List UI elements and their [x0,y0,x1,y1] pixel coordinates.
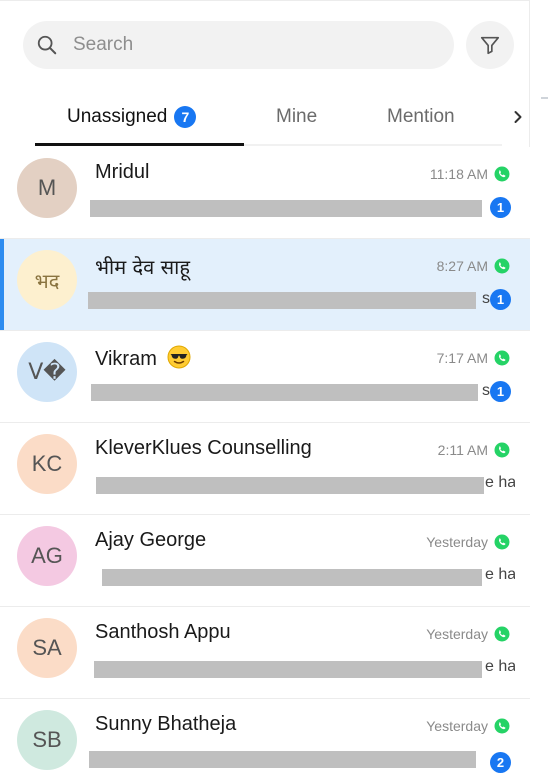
tab-mention[interactable]: Mention [387,92,455,142]
last-message-time: Yesterday [426,718,488,734]
last-message-time: 8:27 AM [436,258,488,274]
filter-button[interactable] [466,21,514,69]
avatar: भद [17,250,77,310]
message-preview-tail: e ha [485,658,515,675]
conversation-row-selected[interactable]: भद भीम देव साहू 8:27 AM s 1 [0,239,530,331]
conversation-row[interactable]: M Mridul 11:18 AM 1 [0,147,530,239]
contact-name: Santhosh Appu [95,621,231,643]
adjacent-pane-edge [531,0,548,777]
tab-count-badge: 7 [174,106,197,128]
unread-count-badge: 1 [490,289,511,310]
unread-count-badge: 2 [490,752,511,773]
contact-name: Vikram [95,345,191,371]
contact-name: भीम देव साहू [95,255,190,279]
avatar: KC [17,434,77,494]
tabs-next-button[interactable] [506,104,530,130]
tab-label: Unassigned [67,106,168,127]
contact-name: KleverKlues Counselling [95,437,312,459]
last-message-time: Yesterday [426,626,488,642]
avatar: AG [17,526,77,586]
sunglasses-emoji-icon [167,345,191,369]
last-message-time: Yesterday [426,534,488,550]
message-preview-redacted [96,477,484,494]
whatsapp-icon [494,718,510,734]
last-message-time: 11:18 AM [429,166,488,182]
panel-top-border [0,0,530,1]
message-preview-tail: e ha [485,474,515,491]
whatsapp-icon [494,350,510,366]
message-preview-tail: s [482,290,490,307]
tab-mine[interactable]: Mine [276,92,317,142]
contact-name: Mridul [95,161,150,183]
avatar: SA [17,618,77,678]
whatsapp-icon [494,626,510,642]
tab-unassigned[interactable]: Unassigned 7 [67,92,197,142]
avatar: V� [17,342,77,402]
whatsapp-icon [494,258,510,274]
tab-bar: Unassigned 7 Mine Mention [0,92,530,146]
message-preview-redacted [89,751,476,768]
message-preview-tail: s [482,382,490,399]
conversation-row[interactable]: AG Ajay George Yesterday e ha [0,515,530,607]
tabs-divider [244,144,502,146]
whatsapp-icon [494,442,510,458]
message-preview-redacted [94,661,482,678]
conversation-row[interactable]: SB Sunny Bhatheja Yesterday 2 [0,699,530,777]
message-preview-redacted [91,384,478,401]
pane-edge-marker [541,97,548,99]
filter-icon [480,36,500,55]
contact-name: Sunny Bhatheja [95,713,237,735]
conversation-row[interactable]: KC KleverKlues Counselling 2:11 AM e ha [0,423,530,515]
tab-label: Mine [276,106,318,127]
selection-indicator [0,239,4,330]
last-message-time: 2:11 AM [437,442,488,458]
whatsapp-icon [494,166,510,182]
conversation-row[interactable]: SA Santhosh Appu Yesterday e ha [0,607,530,699]
contact-name-text: Vikram [95,348,157,370]
tab-label: Mention [387,106,455,127]
conversation-row[interactable]: V� Vikram 7:17 AM s 1 [0,331,530,423]
message-preview-tail: e ha [485,566,515,583]
message-preview-redacted [88,292,476,309]
conversation-panel: Unassigned 7 Mine Mention M Mridul 11:18… [0,0,530,777]
search-input[interactable] [73,21,433,69]
chevron-right-icon [514,111,522,123]
search-icon [37,35,57,55]
whatsapp-icon [494,534,510,550]
active-tab-indicator [35,143,244,146]
unread-count-badge: 1 [490,381,511,402]
unread-count-badge: 1 [490,197,511,218]
contact-name: Ajay George [95,529,207,551]
search-bar[interactable] [23,21,454,69]
message-preview-redacted [90,200,482,217]
last-message-time: 7:17 AM [436,350,488,366]
message-preview-redacted [102,569,482,586]
avatar: M [17,158,77,218]
avatar: SB [17,710,77,770]
